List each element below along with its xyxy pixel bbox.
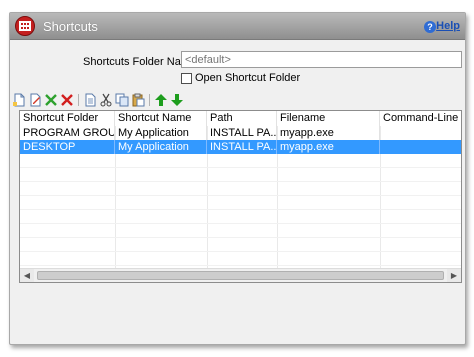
scroll-right-icon[interactable]: ▶ <box>447 269 461 282</box>
empty-row <box>20 210 461 224</box>
table-header: Shortcut Folder Shortcut Name Path Filen… <box>20 111 461 126</box>
column-header-filename[interactable]: Filename <box>277 111 380 126</box>
new-icon[interactable] <box>12 93 26 107</box>
cell-filename: myapp.exe <box>277 140 380 154</box>
empty-row <box>20 238 461 252</box>
scrollbar-thumb[interactable] <box>37 271 444 280</box>
empty-row <box>20 196 461 210</box>
toolbar-separator <box>149 94 150 106</box>
paste-icon[interactable] <box>131 93 145 107</box>
empty-row <box>20 168 461 182</box>
column-header-path[interactable]: Path <box>207 111 277 126</box>
properties-icon[interactable] <box>83 93 97 107</box>
open-folder-label[interactable]: Open Shortcut Folder <box>195 72 300 84</box>
cell-command-line <box>380 126 461 140</box>
window-title: Shortcuts <box>43 19 98 34</box>
empty-row <box>20 224 461 238</box>
cell-shortcut-name: My Application <box>115 140 207 154</box>
add-icon[interactable] <box>44 93 58 107</box>
cell-path: INSTALL PA... <box>207 126 277 140</box>
move-down-icon[interactable] <box>170 93 184 107</box>
move-up-icon[interactable] <box>154 93 168 107</box>
empty-row <box>20 182 461 196</box>
title-bar: Shortcuts ? Help <box>10 13 465 40</box>
shortcuts-panel: Shortcuts ? Help Shortcuts Folder Name: … <box>9 12 466 345</box>
shortcuts-table[interactable]: Shortcut Folder Shortcut Name Path Filen… <box>19 110 462 283</box>
cell-shortcut-folder: DESKTOP <box>20 140 115 154</box>
table-row-selected[interactable]: DESKTOP My Application INSTALL PA... mya… <box>20 140 461 154</box>
cell-command-line <box>380 140 461 154</box>
copy-icon[interactable] <box>115 93 129 107</box>
cell-shortcut-folder: PROGRAM GROUP <box>20 126 115 140</box>
empty-row <box>20 154 461 168</box>
scroll-left-icon[interactable]: ◀ <box>20 269 34 282</box>
shortcuts-app-icon <box>15 16 35 36</box>
cell-path: INSTALL PA... <box>207 140 277 154</box>
column-header-shortcut-name[interactable]: Shortcut Name <box>115 111 207 126</box>
empty-row <box>20 252 461 266</box>
column-header-command-line[interactable]: Command-Line Par <box>380 111 461 126</box>
edit-icon[interactable] <box>28 93 42 107</box>
cell-shortcut-name: My Application <box>115 126 207 140</box>
folder-name-input[interactable] <box>181 51 462 68</box>
column-header-shortcut-folder[interactable]: Shortcut Folder <box>20 111 115 126</box>
toolbar-separator <box>78 94 79 106</box>
delete-icon[interactable] <box>60 93 74 107</box>
cut-icon[interactable] <box>99 93 113 107</box>
table-row[interactable]: PROGRAM GROUP My Application INSTALL PA.… <box>20 126 461 140</box>
open-folder-checkbox[interactable] <box>181 73 192 84</box>
help-icon[interactable]: ? <box>424 21 436 33</box>
horizontal-scrollbar[interactable]: ◀ ▶ <box>20 268 461 282</box>
help-link[interactable]: Help <box>436 20 460 32</box>
cell-filename: myapp.exe <box>277 126 380 140</box>
